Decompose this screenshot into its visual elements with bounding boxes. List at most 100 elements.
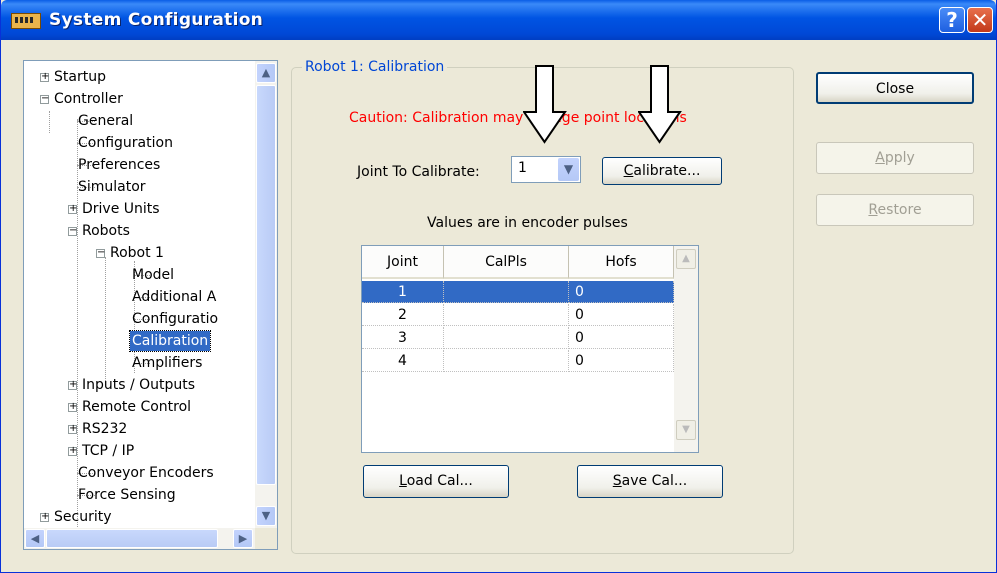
tree-item-controller[interactable]: Controller [52, 89, 125, 109]
down-arrow-annotation-icon [638, 65, 682, 144]
tree-item-label: Robot 1 [110, 245, 164, 261]
table-row[interactable]: 30 [362, 327, 674, 349]
joint-select[interactable]: 1 ▼ [511, 156, 581, 183]
scroll-left-arrow-icon[interactable]: ◀ [25, 529, 45, 548]
group-title: Robot 1: Calibration [302, 59, 448, 75]
close-window-button[interactable]: ✕ [967, 7, 993, 33]
expand-plus-icon[interactable]: + [68, 402, 77, 412]
column-header-calpls[interactable]: CalPls [444, 246, 569, 279]
joint-select-value: 1 [518, 160, 527, 176]
cell-calpls[interactable] [444, 350, 569, 372]
tree-scroll-thumb[interactable] [256, 85, 276, 485]
tree-item-amplifiers[interactable]: Amplifiers [130, 353, 204, 373]
tree-item-label: Drive Units [82, 201, 160, 217]
tree-item-label: TCP / IP [82, 443, 135, 459]
column-header-hofs[interactable]: Hofs [569, 246, 674, 279]
values-note: Values are in encoder pulses [427, 215, 628, 231]
expand-plus-icon[interactable]: + [68, 380, 77, 390]
tree-item-remote-control[interactable]: Remote Control [80, 397, 193, 417]
configuration-tree[interactable]: + Startup − Controller General Configuration P… [23, 60, 278, 550]
tree-item-conveyor-encoders[interactable]: Conveyor Encoders [76, 463, 216, 483]
calibrate-button[interactable]: Calibrate... [602, 157, 722, 185]
help-button[interactable]: ? [939, 7, 965, 33]
tree-item-label: Startup [54, 69, 106, 85]
cell-joint[interactable]: 4 [362, 350, 444, 372]
tree-horizontal-scrollbar[interactable]: ◀ ▶ [24, 528, 255, 549]
tree-item-configuratio[interactable]: Configuratio [130, 309, 220, 329]
grid-scroll-down-icon[interactable]: ▼ [676, 420, 696, 440]
cell-joint[interactable]: 2 [362, 304, 444, 326]
table-row[interactable]: 10 [362, 281, 674, 303]
tree-item-tcp-ip[interactable]: TCP / IP [80, 441, 136, 461]
down-arrow-annotation-icon [523, 65, 567, 144]
cell-calpls[interactable] [444, 327, 569, 349]
cell-hofs[interactable]: 0 [569, 281, 674, 303]
save-cal-button[interactable]: Save Cal... [577, 465, 723, 498]
tree-item-label: Configuratio [132, 311, 219, 327]
cell-hofs[interactable]: 0 [569, 304, 674, 326]
title-bar[interactable]: System Configuration ? ✕ [1, 0, 996, 40]
tree-item-label: Conveyor Encoders [78, 465, 214, 481]
window-title: System Configuration [49, 10, 264, 30]
expand-plus-icon[interactable]: + [40, 512, 49, 522]
tree-item-drive-units[interactable]: Drive Units [80, 199, 162, 219]
tree-item-security[interactable]: Security [52, 507, 114, 527]
tree-hscroll-thumb[interactable] [46, 529, 218, 548]
app-icon [11, 13, 41, 29]
tree-item-calibration[interactable]: Calibration [128, 330, 212, 352]
tree-item-inputs-outputs[interactable]: Inputs / Outputs [80, 375, 197, 395]
cell-hofs[interactable]: 0 [569, 350, 674, 372]
tree-item-configuration[interactable]: Configuration [76, 133, 175, 153]
tree-item-label: Controller [54, 91, 123, 107]
tree-item-label: Force Sensing [78, 487, 176, 503]
tree-item-additional-a[interactable]: Additional A [130, 287, 218, 307]
tree-item-label: Security [54, 509, 112, 525]
expand-plus-icon[interactable]: + [68, 446, 77, 456]
apply-button[interactable]: Apply [816, 142, 974, 174]
column-header-joint[interactable]: Joint [362, 246, 444, 279]
tree-item-label: Preferences [78, 157, 161, 173]
scroll-down-arrow-icon[interactable]: ▼ [256, 506, 276, 526]
expand-plus-icon[interactable]: + [68, 424, 77, 434]
chevron-down-icon[interactable]: ▼ [558, 158, 579, 181]
tree-item-robots[interactable]: Robots [80, 221, 132, 241]
calibration-grid[interactable]: Joint CalPls Hofs 10203040 ▲ ▼ [361, 245, 699, 453]
tree-item-label: RS232 [82, 421, 128, 437]
close-button[interactable]: Close [816, 72, 974, 104]
scroll-up-arrow-icon[interactable]: ▲ [256, 63, 276, 83]
tree-item-robot-1[interactable]: Robot 1 [108, 243, 166, 263]
load-cal-button[interactable]: Load Cal... [363, 465, 509, 498]
restore-button[interactable]: Restore [816, 194, 974, 226]
caution-text: Caution: Calibration may change point lo… [349, 110, 687, 126]
tree-item-model[interactable]: Model [130, 265, 176, 285]
cell-joint[interactable]: 1 [362, 281, 444, 303]
system-configuration-window: System Configuration ? ✕ + Startup − Contro… [0, 0, 997, 573]
tree-item-force-sensing[interactable]: Force Sensing [76, 485, 178, 505]
tree-vertical-scrollbar[interactable]: ▲ ▼ [255, 61, 277, 528]
tree-item-startup[interactable]: Startup [52, 67, 108, 87]
tree-item-preferences[interactable]: Preferences [76, 155, 162, 175]
collapse-minus-icon[interactable]: − [40, 94, 49, 104]
joint-to-calibrate-label: Joint To Calibrate: [357, 164, 480, 180]
tree-item-rs232[interactable]: RS232 [80, 419, 129, 439]
expand-plus-icon[interactable]: + [68, 204, 77, 214]
tree-item-label: Inputs / Outputs [82, 377, 196, 393]
scrollbar-corner [255, 528, 277, 549]
expand-plus-icon[interactable]: + [40, 72, 49, 82]
grid-scroll-up-icon[interactable]: ▲ [676, 249, 696, 269]
tree-item-label: General [78, 113, 134, 129]
cell-calpls[interactable] [444, 304, 569, 326]
cell-calpls[interactable] [444, 281, 569, 303]
scroll-right-arrow-icon[interactable]: ▶ [233, 529, 253, 548]
collapse-minus-icon[interactable]: − [68, 226, 77, 236]
tree-item-general[interactable]: General [76, 111, 135, 131]
grid-vertical-scrollbar[interactable]: ▲ ▼ [674, 246, 698, 452]
tree-item-label: Simulator [78, 179, 146, 195]
table-row[interactable]: 40 [362, 350, 674, 372]
tree-item-simulator[interactable]: Simulator [76, 177, 148, 197]
collapse-minus-icon[interactable]: − [96, 248, 105, 258]
table-row[interactable]: 20 [362, 304, 674, 326]
tree-item-label: Remote Control [82, 399, 192, 415]
cell-joint[interactable]: 3 [362, 327, 444, 349]
cell-hofs[interactable]: 0 [569, 327, 674, 349]
